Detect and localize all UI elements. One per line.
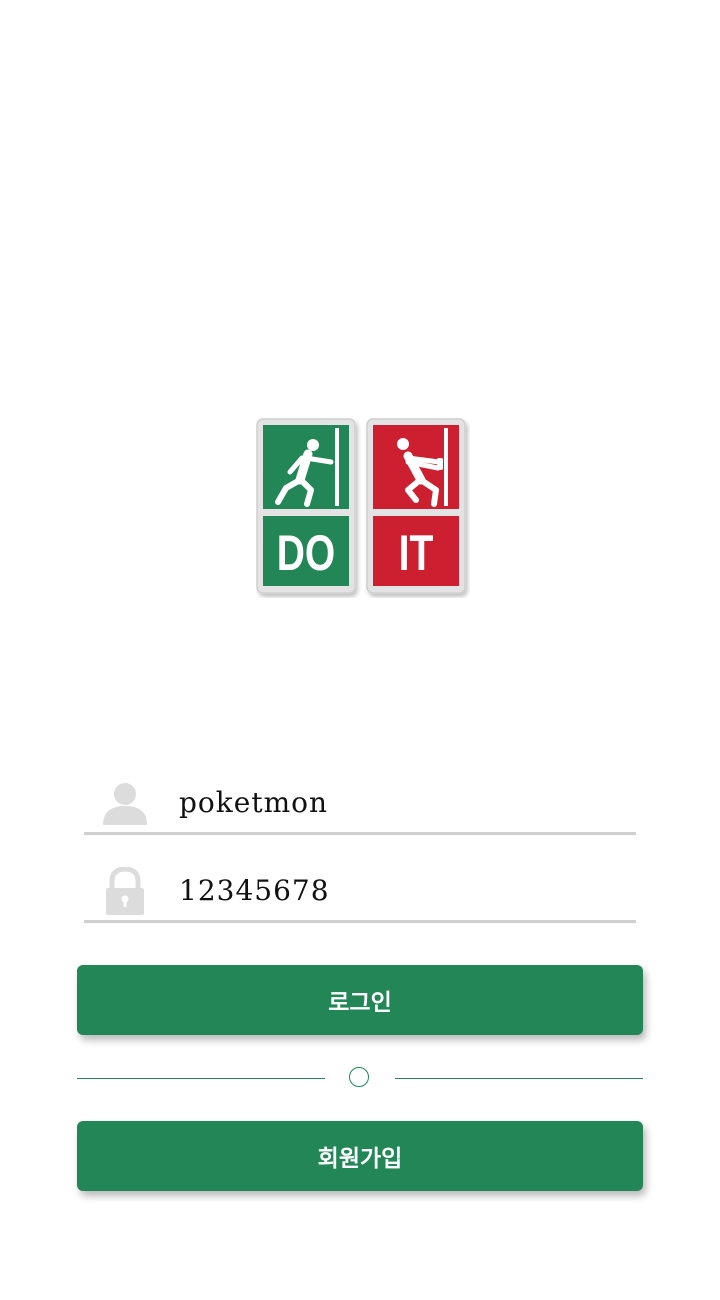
lock-icon: [102, 866, 148, 915]
user-icon: [102, 779, 148, 827]
login-button[interactable]: 로그인: [77, 965, 643, 1035]
do-it-logo-graphic: DO IT: [256, 418, 466, 594]
app-logo: DO IT: [256, 418, 470, 598]
password-input[interactable]: 12345678: [179, 871, 330, 911]
username-input[interactable]: poketmon: [179, 783, 328, 823]
divider-right: [395, 1078, 643, 1079]
username-field[interactable]: poketmon: [84, 775, 636, 835]
logo-do-text: DO: [277, 524, 335, 581]
logo-it-text: IT: [399, 524, 434, 581]
signup-button[interactable]: 회원가입: [77, 1121, 643, 1191]
divider-left: [77, 1078, 325, 1079]
password-field[interactable]: 12345678: [84, 863, 636, 923]
divider-circle-icon: [349, 1067, 369, 1087]
